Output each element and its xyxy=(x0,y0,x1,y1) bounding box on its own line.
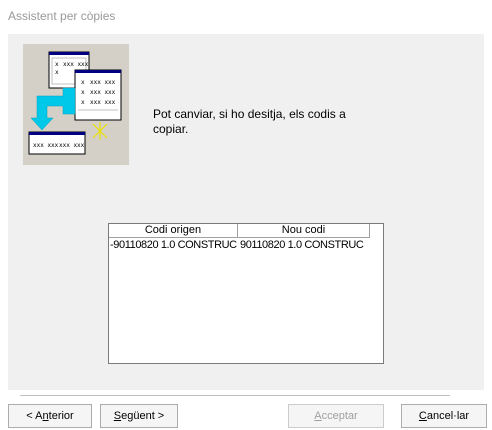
cell-x-1: x xyxy=(55,61,59,68)
next-button[interactable]: Següent > xyxy=(100,404,178,428)
table-row[interactable]: -90110820 1.0 CONSTRUC 90110820 1.0 CONS… xyxy=(109,238,370,252)
cell-x-2: x xyxy=(55,69,59,76)
code-4: xxx xxx xyxy=(90,99,116,106)
code-5: xxx xxx xyxy=(33,142,59,149)
code-2: xxx xxx xyxy=(90,79,116,86)
column-header-codi-origen[interactable]: Codi origen xyxy=(109,224,238,238)
instruction-text: Pot canviar, si ho desitja, els codis a … xyxy=(153,107,346,136)
copy-wizard-icon: x xxx xxx x x xxx xxx x xxx xxx x xxx xx… xyxy=(23,44,129,165)
list-header: Codi origen Nou codi xyxy=(109,224,370,238)
cell-nou-codi[interactable]: 90110820 1.0 CONSTRUC xyxy=(238,238,370,252)
accept-button[interactable]: Acceptar xyxy=(288,404,384,428)
cell-x-5: x xyxy=(81,99,85,106)
cancel-button[interactable]: Cancel·lar xyxy=(401,404,487,428)
cell-x-3: x xyxy=(81,79,85,86)
code-6: xxx xxx xyxy=(59,142,85,149)
codes-list[interactable]: Codi origen Nou codi -90110820 1.0 CONST… xyxy=(108,223,384,364)
code-3: xxx xxx xyxy=(90,89,116,96)
cell-x-4: x xyxy=(81,89,85,96)
cell-codi-origen: -90110820 1.0 CONSTRUC xyxy=(110,239,237,251)
code-1: xxx xxx xyxy=(63,61,89,68)
column-header-nou-codi[interactable]: Nou codi xyxy=(238,224,370,238)
window-title: Assistent per còpies xyxy=(8,9,116,23)
back-button[interactable]: < Anterior xyxy=(8,404,92,428)
separator xyxy=(20,395,450,396)
